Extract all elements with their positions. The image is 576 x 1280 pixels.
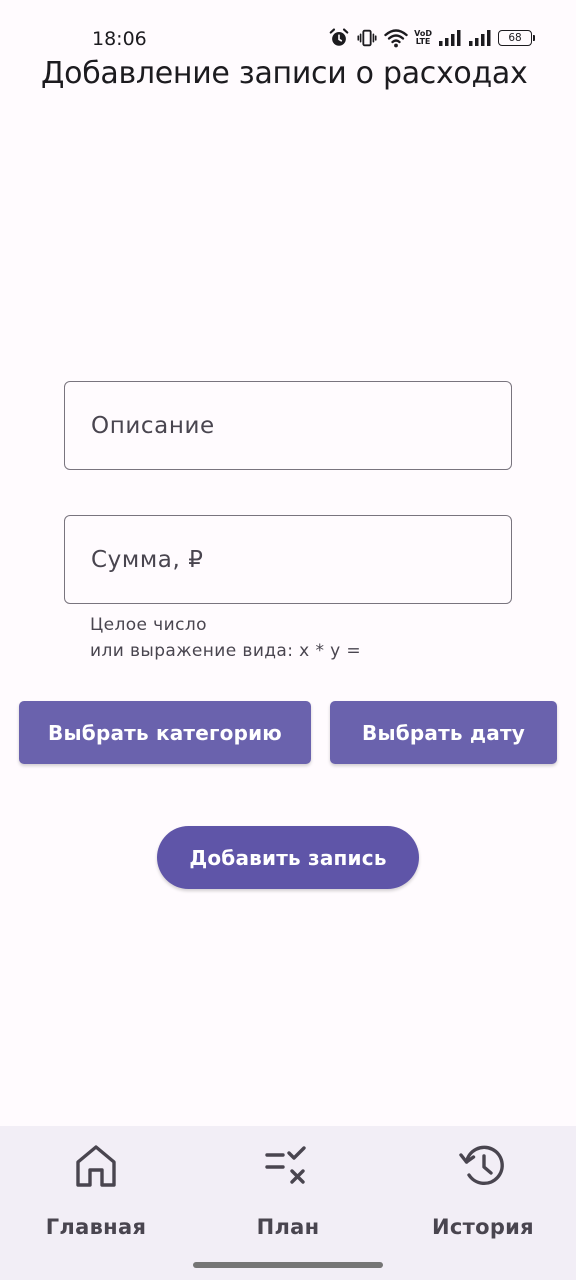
battery-icon: 68 bbox=[498, 30, 535, 46]
nav-item-plan[interactable]: План bbox=[192, 1126, 384, 1256]
amount-helper-line-2: или выражение вида: x * y = bbox=[90, 641, 362, 661]
nav-item-history[interactable]: История bbox=[387, 1126, 576, 1256]
nav-label-history: История bbox=[432, 1215, 534, 1239]
signal-icon bbox=[468, 29, 492, 47]
description-placeholder: Описание bbox=[91, 412, 215, 439]
select-category-button[interactable]: Выбрать категорию bbox=[19, 701, 311, 764]
nav-label-plan: План bbox=[256, 1215, 320, 1239]
volte-bottom-label: LTE bbox=[415, 37, 431, 46]
page-title: Добавление записи о расходах bbox=[41, 56, 528, 91]
volte-icon: VoD LTE bbox=[414, 30, 432, 46]
nav-item-home[interactable]: Главная bbox=[0, 1126, 192, 1256]
add-record-button[interactable]: Добавить запись bbox=[157, 826, 419, 889]
home-icon bbox=[76, 1145, 116, 1187]
battery-level: 68 bbox=[508, 32, 522, 44]
signal-icon bbox=[438, 29, 462, 47]
status-time: 18:06 bbox=[92, 28, 147, 50]
alarm-icon bbox=[328, 27, 350, 49]
history-icon bbox=[459, 1145, 504, 1186]
select-date-button[interactable]: Выбрать дату bbox=[330, 701, 557, 764]
amount-helper-line-1: Целое число bbox=[90, 615, 207, 635]
description-field[interactable]: Описание bbox=[64, 381, 512, 470]
amount-placeholder: Сумма, ₽ bbox=[91, 546, 204, 573]
nav-label-home: Главная bbox=[45, 1215, 147, 1239]
gesture-bar[interactable] bbox=[193, 1262, 383, 1268]
wifi-icon bbox=[384, 27, 408, 49]
status-icons: VoD LTE 68 bbox=[328, 26, 535, 50]
bottom-navigation: Главная План История bbox=[0, 1126, 576, 1280]
status-bar: 18:06 VoD LTE 68 bbox=[0, 0, 576, 64]
vibrate-icon bbox=[356, 27, 378, 49]
amount-field[interactable]: Сумма, ₽ bbox=[64, 515, 512, 604]
amount-helper-text: Целое число или выражение вида: x * y = bbox=[90, 612, 361, 664]
checklist-icon bbox=[265, 1146, 306, 1184]
